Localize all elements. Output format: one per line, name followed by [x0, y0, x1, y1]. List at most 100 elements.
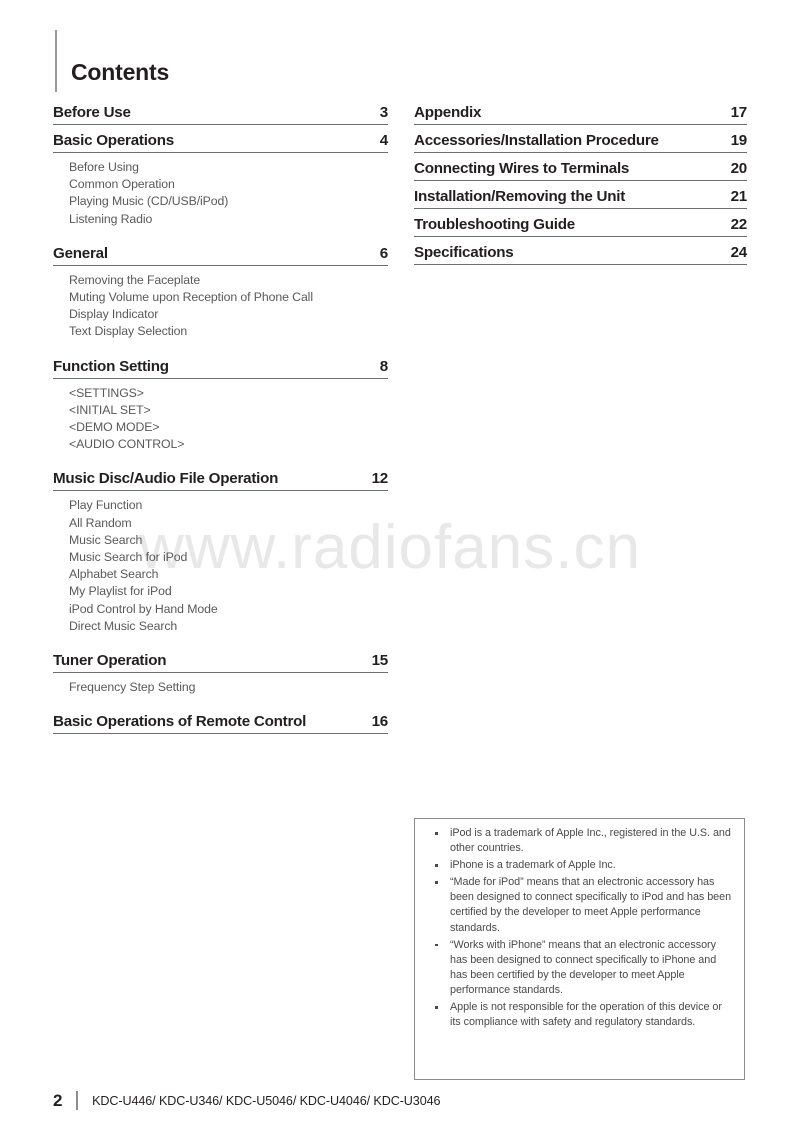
toc-subitem[interactable]: Display Indicator — [69, 306, 388, 323]
toc-subitem-list: <SETTINGS> <INITIAL SET> <DEMO MODE> <AUDIO… — [53, 385, 388, 454]
toc-subitem[interactable]: Listening Radio — [69, 211, 388, 228]
bullet-icon — [435, 864, 438, 867]
toc-section-page-number: 21 — [730, 188, 748, 205]
trademark-notice-item: iPhone is a trademark of Apple Inc. — [424, 858, 735, 873]
toc-section-title: Specifications — [414, 244, 514, 261]
toc-section-heading[interactable]: Specifications 24 — [414, 244, 747, 265]
page-footer: 2 KDC-U446/ KDC-U346/ KDC-U5046/ KDC-U40… — [53, 1091, 441, 1110]
trademark-notice-list: iPod is a trademark of Apple Inc., regis… — [424, 826, 735, 1030]
toc-section-heading[interactable]: Installation/Removing the Unit 21 — [414, 188, 747, 209]
toc-section-title: Connecting Wires to Terminals — [414, 160, 630, 177]
toc-section-heading[interactable]: Troubleshooting Guide 22 — [414, 216, 747, 237]
toc-section-heading[interactable]: Music Disc/Audio File Operation 12 — [53, 470, 389, 492]
toc-subitem[interactable]: My Playlist for iPod — [69, 583, 388, 600]
toc-section-title: Tuner Operation — [53, 652, 167, 670]
toc-subitem[interactable]: <INITIAL SET> — [69, 402, 388, 419]
toc-section: Connecting Wires to Terminals 20 — [414, 160, 747, 181]
toc-subitem-list: Frequency Step Setting — [53, 679, 388, 696]
footer-page-number: 2 — [53, 1091, 63, 1110]
toc-subitem[interactable]: Music Search — [69, 532, 388, 549]
trademark-notice-text: iPhone is a trademark of Apple Inc. — [450, 859, 616, 872]
trademark-notice-box: iPod is a trademark of Apple Inc., regis… — [414, 818, 745, 1080]
toc-subitem[interactable]: <SETTINGS> — [69, 385, 388, 402]
toc-section: Installation/Removing the Unit 21 — [414, 188, 747, 209]
toc-section: Basic Operations of Remote Control 16 — [53, 713, 389, 735]
toc-section: Basic Operations 4 Before Using Common Oper… — [53, 132, 388, 228]
toc-section-page-number: 15 — [371, 652, 389, 670]
toc-subitem[interactable]: Frequency Step Setting — [69, 679, 388, 696]
toc-subitem[interactable]: <DEMO MODE> — [69, 419, 388, 436]
toc-subitem-list: Removing the Faceplate Muting Volume upon… — [53, 272, 388, 341]
trademark-notice-text: “Works with iPhone” means that an electr… — [450, 938, 717, 996]
trademark-notice-text: Apple is not responsible for the operati… — [450, 1001, 722, 1029]
toc-section-heading[interactable]: Function Setting 8 — [53, 358, 388, 379]
toc-section: Function Setting 8 <SETTINGS> <INITIAL SET>… — [53, 358, 388, 454]
page-title-container: Contents — [55, 30, 169, 92]
toc-subitem[interactable]: Music Search for iPod — [69, 549, 388, 566]
toc-right-column: Appendix 17 Accessories/Installation Proce… — [414, 104, 747, 265]
toc-section-title: Accessories/Installation Procedure — [414, 132, 659, 149]
toc-section-heading[interactable]: Basic Operations 4 — [53, 132, 388, 153]
toc-section-page-number: 12 — [371, 470, 389, 488]
toc-left-column: Before Use 3 Basic Operations 4 Before Using… — [53, 104, 389, 735]
trademark-notice-item: Apple is not responsible for the operati… — [424, 1000, 735, 1030]
toc-subitem[interactable]: Playing Music (CD/USB/iPod) — [69, 193, 388, 210]
toc-subitem-list: Play Function All Random Music Search Music… — [53, 497, 388, 635]
toc-section-page-number: 16 — [371, 713, 389, 731]
page-title: Contents — [71, 59, 170, 85]
toc-section-heading[interactable]: Appendix 17 — [414, 104, 747, 125]
toc-section-title: General — [53, 244, 108, 262]
footer-model-list: KDC-U446/ KDC-U346/ KDC-U5046/ KDC-U4046… — [92, 1093, 441, 1108]
toc-section-heading[interactable]: General 6 — [53, 245, 388, 266]
toc-section-title: Troubleshooting Guide — [414, 216, 575, 233]
toc-section: General 6 Removing the Faceplate Muting Vol… — [53, 245, 388, 341]
toc-subitem[interactable]: Muting Volume upon Reception of Phone Ca… — [69, 289, 388, 306]
toc-subitem[interactable]: Before Using — [69, 159, 388, 176]
toc-section-heading[interactable]: Accessories/Installation Procedure 19 — [414, 132, 747, 153]
toc-section-page-number: 22 — [730, 216, 748, 233]
toc-section-title: Basic Operations — [53, 132, 174, 149]
toc-subitem[interactable]: Removing the Faceplate — [69, 272, 388, 289]
toc-section-title: Music Disc/Audio File Operation — [53, 470, 279, 488]
toc-subitem[interactable]: Common Operation — [69, 176, 388, 193]
toc-section-title: Installation/Removing the Unit — [414, 188, 626, 205]
toc-subitem[interactable]: Text Display Selection — [69, 323, 388, 340]
toc-subitem[interactable]: Play Function — [69, 497, 388, 514]
bullet-icon — [435, 832, 438, 835]
toc-subitem-list: Before Using Common Operation Playing Musi… — [53, 159, 388, 228]
bullet-icon — [435, 943, 438, 947]
bullet-icon — [435, 1006, 438, 1009]
toc-section-page-number: 3 — [379, 104, 388, 121]
toc-section-page-number: 24 — [730, 244, 748, 261]
toc-section-page-number: 20 — [730, 160, 748, 177]
trademark-notice-item: “Made for iPod” means that an electronic… — [424, 875, 735, 935]
toc-section-title: Appendix — [414, 104, 482, 121]
toc-subitem[interactable]: Alphabet Search — [69, 566, 388, 583]
toc-subitem[interactable]: Direct Music Search — [69, 618, 388, 635]
toc-subitem[interactable]: <AUDIO CONTROL> — [69, 436, 388, 453]
toc-section: Music Disc/Audio File Operation 12 Play Fu… — [53, 470, 388, 635]
trademark-notice-text: iPod is a trademark of Apple Inc., regis… — [450, 827, 731, 855]
toc-section-title: Before Use — [53, 104, 131, 121]
toc-section-title: Function Setting — [53, 357, 169, 375]
toc-section: Specifications 24 — [414, 244, 747, 265]
toc-section: Before Use 3 — [53, 104, 388, 125]
toc-subitem[interactable]: All Random — [69, 515, 388, 532]
toc-section-heading[interactable]: Before Use 3 — [53, 104, 388, 125]
toc-section: Accessories/Installation Procedure 19 — [414, 132, 747, 153]
bullet-icon — [435, 881, 438, 884]
toc-section-page-number: 19 — [730, 132, 748, 149]
trademark-notice-text: “Made for iPod” means that an electronic… — [450, 876, 732, 934]
toc-section-heading[interactable]: Connecting Wires to Terminals 20 — [414, 160, 747, 181]
toc-section: Appendix 17 — [414, 104, 747, 125]
toc-section: Tuner Operation 15 Frequency Step Setting — [53, 652, 388, 696]
footer-divider — [76, 1091, 79, 1110]
toc-subitem[interactable]: iPod Control by Hand Mode — [69, 601, 388, 618]
toc-section: Troubleshooting Guide 22 — [414, 216, 747, 237]
toc-section-heading[interactable]: Tuner Operation 15 — [53, 652, 389, 674]
toc-section-page-number: 8 — [379, 357, 388, 375]
toc-section-page-number: 17 — [730, 104, 748, 121]
trademark-notice-item: “Works with iPhone” means that an electr… — [424, 938, 735, 998]
toc-section-page-number: 4 — [379, 132, 388, 149]
toc-section-heading[interactable]: Basic Operations of Remote Control 16 — [53, 713, 389, 735]
